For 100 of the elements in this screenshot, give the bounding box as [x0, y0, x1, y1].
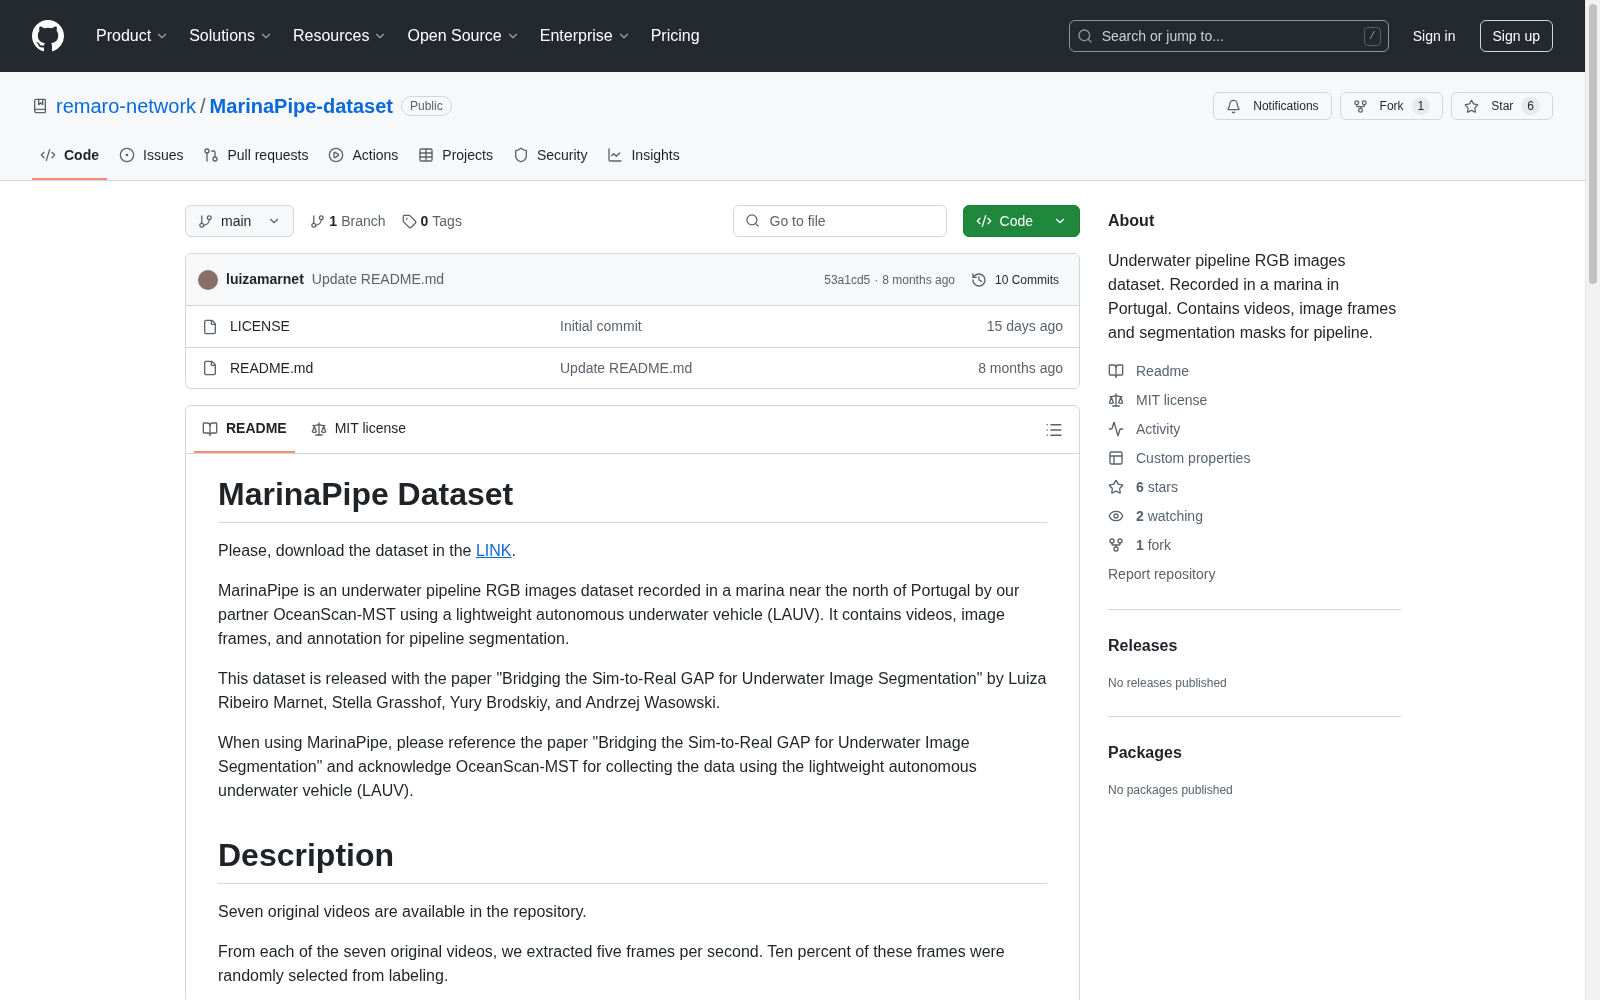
about-link[interactable]: Custom properties: [1108, 448, 1401, 468]
search-icon: [1076, 28, 1093, 44]
readme-paragraph: Please, download the dataset in the LINK.: [218, 541, 517, 561]
repo-icon: [32, 98, 48, 114]
nav-menu-item[interactable]: Solutions: [181, 24, 281, 48]
about-link[interactable]: Readme: [1108, 361, 1401, 381]
button-label: Star: [1490, 98, 1514, 115]
download-link[interactable]: LINK: [475, 542, 512, 559]
releases-heading[interactable]: Releases: [1108, 634, 1401, 658]
about-heading: About: [1108, 211, 1156, 231]
star-icon: [1108, 479, 1124, 495]
branch-icon: [310, 213, 326, 229]
repo-name-link[interactable]: MarinaPipe-dataset: [209, 91, 393, 121]
commit-time: 8 months ago: [882, 271, 955, 289]
circle-dot-icon: [119, 147, 135, 163]
button-label: Notifications: [1252, 98, 1319, 115]
repo-tab[interactable]: Projects: [410, 132, 501, 180]
nav-menu-item[interactable]: Product: [88, 24, 178, 48]
readme-heading: MarinaPipe Dataset: [218, 474, 1047, 523]
sign-up-button[interactable]: Sign up: [1479, 20, 1553, 52]
table-icon: [418, 147, 435, 163]
file-name-link[interactable]: LICENSE: [230, 316, 560, 337]
about-description: Underwater pipeline RGB images dataset. Recorded in a marina in Portugal. Contains videos, image frames and segmentation masks for pipeline.: [1108, 251, 1398, 343]
bell-icon: [1226, 98, 1242, 114]
commit-time: 15 days ago: [986, 317, 1063, 336]
scale-icon: [1108, 392, 1124, 408]
fork-icon: [1108, 537, 1124, 553]
about-link[interactable]: 6 stars: [1108, 477, 1401, 497]
about-link[interactable]: MIT license: [1108, 390, 1401, 410]
branches-link[interactable]: 1 Branch: [310, 210, 386, 232]
tag-icon: [401, 213, 417, 229]
book-icon: [202, 420, 218, 437]
github-logo-icon[interactable]: [32, 20, 64, 52]
readme-paragraph: From each of the seven original videos, we extracted five frames per second. Ten percent of these frames were randomly selected from labeling.: [218, 942, 1006, 986]
repo-tab[interactable]: Actions: [320, 132, 407, 180]
commit-author-link[interactable]: luizamarnet: [226, 269, 304, 290]
repo-tab[interactable]: Insights: [599, 132, 688, 180]
commits-link[interactable]: 10 Commits: [971, 270, 1059, 289]
code-icon: [40, 147, 56, 163]
packages-heading[interactable]: Packages: [1108, 741, 1401, 765]
owner-link[interactable]: remaro-network: [56, 91, 197, 121]
readme-tab[interactable]: README: [194, 406, 295, 453]
branch-icon: [198, 213, 213, 229]
commit-message-link[interactable]: Update README.md: [311, 269, 445, 290]
notifications-button[interactable]: Notifications: [1213, 92, 1332, 120]
commit-message-link[interactable]: Update README.md: [560, 357, 693, 379]
star-button[interactable]: Star 6: [1451, 92, 1553, 120]
count-badge: 1: [1411, 97, 1431, 115]
avatar: [198, 269, 218, 290]
history-icon: [971, 271, 987, 288]
commit-message-link[interactable]: Initial commit: [560, 316, 642, 337]
note-icon: [1108, 450, 1124, 466]
section-heading: Description: [218, 835, 1047, 884]
count-badge: 6: [1521, 97, 1540, 115]
file-name-link[interactable]: README.md: [230, 357, 560, 379]
separator-dot: ·: [874, 271, 879, 289]
readme-tab[interactable]: MIT license: [302, 406, 414, 453]
shield-icon: [512, 147, 529, 163]
play-icon: [328, 147, 345, 163]
sign-in-link[interactable]: Sign in: [1412, 25, 1456, 47]
nav-menu-item[interactable]: Pricing: [642, 24, 708, 48]
repo-tab[interactable]: Pull requests: [195, 132, 317, 180]
eye-icon: [1108, 508, 1124, 524]
fork-button[interactable]: Fork 1: [1339, 92, 1444, 120]
empty-note: No releases published: [1108, 675, 1228, 692]
fork-icon: [1352, 98, 1368, 114]
nav-menu-item[interactable]: Open Source: [399, 24, 528, 48]
shortcut-key: /: [1364, 27, 1381, 46]
nav-menu-item[interactable]: Enterprise: [531, 24, 639, 48]
book-icon: [1108, 363, 1124, 379]
go-to-file-field[interactable]: Go to file: [732, 205, 947, 237]
pull-request-icon: [203, 147, 220, 163]
repo-tab[interactable]: Issues: [111, 132, 192, 180]
graph-icon: [607, 147, 624, 163]
path-separator: /: [200, 94, 206, 119]
readme-paragraph: This dataset is released with the paper "Bridging the Sim-to-Real GAP for Underwater Image Segmentation" by Luiza Ribeiro Marnet, Stella Grasshof, Yury Brodskiy, and Andrzej Wasowski.: [218, 669, 1047, 713]
readme-paragraph: MarinaPipe is an underwater pipeline RGB images dataset recorded in a marina near the north of Portugal by our partner OceanScan-MST using a lightweight autonomous underwater vehicle (LAUV). It contains videos, image frames, and annotation for pipeline segmentation.: [218, 581, 1021, 649]
about-link[interactable]: Activity: [1108, 419, 1401, 439]
readme-paragraph: Seven original videos are available in the repository.: [218, 902, 588, 922]
scale-icon: [310, 420, 327, 437]
code-icon: [975, 213, 992, 229]
pulse-icon: [1108, 421, 1124, 437]
commit-time: 8 months ago: [978, 358, 1063, 378]
readme-paragraph: When using MarinaPipe, please reference the paper "Bridging the Sim-to-Real GAP for Underwater Image Segmentation" and acknowledge OceanScan-MST for collecting the data using the lightweight autonomous underwater vehicle (LAUV).: [218, 733, 978, 801]
code-button[interactable]: Code: [962, 205, 1080, 237]
branch-selector[interactable]: main: [185, 205, 295, 237]
about-link[interactable]: 1 fork: [1108, 535, 1401, 555]
file-icon: [202, 360, 218, 376]
button-label: Fork: [1378, 98, 1404, 115]
tags-link[interactable]: 0 Tags: [401, 210, 462, 232]
commit-hash[interactable]: 53a1cd5: [824, 270, 871, 289]
nav-menu-item[interactable]: Resources: [284, 24, 396, 48]
repo-tab[interactable]: Security: [504, 132, 596, 180]
about-link[interactable]: 2 watching: [1108, 506, 1401, 526]
search-icon: [744, 213, 760, 228]
report-link[interactable]: Report repository: [1108, 564, 1401, 585]
file-icon: [202, 318, 218, 335]
repo-tab[interactable]: Code: [32, 132, 107, 180]
star-icon: [1464, 98, 1480, 114]
scrollbar[interactable]: [1585, 0, 1600, 1000]
